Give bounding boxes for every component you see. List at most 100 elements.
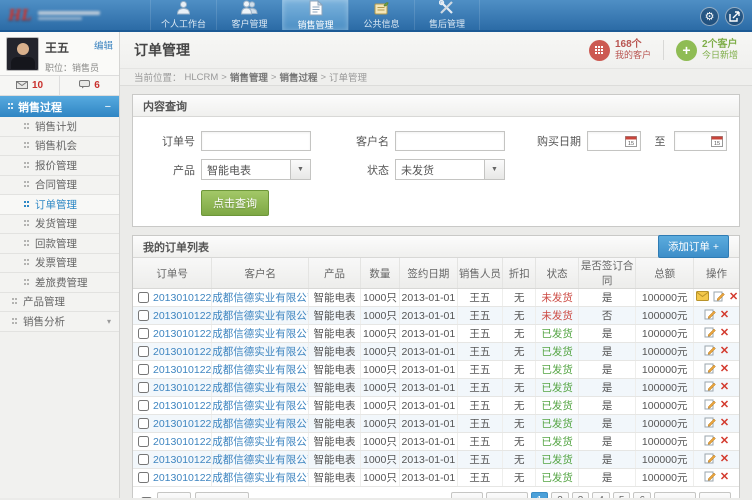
- customer-link[interactable]: 成都信德实业有限公司: [212, 346, 307, 358]
- delete-icon[interactable]: ✕: [720, 472, 729, 483]
- page-button-3[interactable]: 3: [571, 492, 590, 498]
- sidebar-item-报价管理[interactable]: 报价管理: [0, 156, 119, 176]
- order-no-link[interactable]: 201301012257: [153, 400, 211, 412]
- edit-icon[interactable]: [704, 344, 716, 359]
- page-button-尾页[interactable]: 尾页: [699, 492, 731, 498]
- search-button[interactable]: 点击查询: [201, 190, 269, 216]
- order-no-link[interactable]: 201301012257: [153, 292, 211, 304]
- customer-link[interactable]: 成都信德实业有限公司: [212, 400, 307, 412]
- page-button-首页[interactable]: 首页: [450, 492, 483, 498]
- date-to-input[interactable]: 15: [673, 131, 727, 151]
- edit-icon[interactable]: [704, 398, 716, 413]
- customer-link[interactable]: 成都信德实业有限公司: [212, 364, 307, 376]
- delete-icon[interactable]: ✕: [720, 310, 729, 321]
- select-all-button[interactable]: 全选: [157, 492, 191, 498]
- edit-icon[interactable]: [704, 362, 716, 377]
- edit-icon[interactable]: [704, 470, 716, 485]
- customer-link[interactable]: 成都信德实业有限公司: [212, 418, 307, 430]
- customer-link[interactable]: 成都信德实业有限公司: [212, 328, 307, 340]
- order-no-link[interactable]: 201301012257: [153, 418, 211, 430]
- order-no-link[interactable]: 201301012257: [153, 328, 211, 340]
- page-button-6[interactable]: 6: [633, 492, 651, 498]
- logout-icon[interactable]: [725, 6, 744, 26]
- edit-icon[interactable]: [704, 326, 716, 341]
- delete-icon[interactable]: ✕: [720, 364, 729, 375]
- order-no-link[interactable]: 201301012257: [153, 310, 211, 322]
- order-no-link[interactable]: 201301012257: [153, 454, 211, 466]
- edit-icon[interactable]: [704, 308, 716, 323]
- status-select[interactable]: 未发货 ▼: [395, 159, 505, 180]
- page-button-上一页[interactable]: 上一页: [485, 492, 528, 498]
- add-order-button[interactable]: 添加订单 +: [657, 235, 729, 258]
- customer-link[interactable]: 成都信德实业有限公司: [212, 292, 307, 304]
- row-checkbox[interactable]: [138, 453, 149, 465]
- order-no-input[interactable]: [201, 131, 311, 151]
- delete-icon[interactable]: ✕: [720, 418, 729, 429]
- sidebar-item-发货管理[interactable]: 发货管理: [0, 214, 119, 234]
- collapse-icon[interactable]: −: [105, 101, 111, 113]
- sidebar-item-差旅费管理[interactable]: 差旅费管理: [0, 273, 119, 293]
- date-from-input[interactable]: 15: [587, 131, 641, 151]
- row-checkbox[interactable]: [138, 381, 149, 393]
- customer-link[interactable]: 成都信德实业有限公司: [212, 382, 307, 394]
- page-button-4[interactable]: 4: [592, 492, 610, 498]
- my-customers-stat[interactable]: 168个 我的客户: [588, 39, 651, 61]
- sidebar-item-合同管理[interactable]: 合同管理: [0, 175, 119, 195]
- sidebar-group-sales-process[interactable]: 销售过程 −: [0, 96, 119, 117]
- sidebar-item-发票管理[interactable]: 发票管理: [0, 253, 119, 273]
- page-button-1[interactable]: 1: [530, 492, 549, 498]
- row-checkbox[interactable]: [138, 309, 149, 321]
- customer-link[interactable]: 成都信德实业有限公司: [212, 436, 307, 448]
- edit-icon[interactable]: [713, 290, 725, 305]
- row-checkbox[interactable]: [138, 291, 149, 303]
- select-all-checkbox[interactable]: [141, 497, 152, 498]
- sidebar-item-订单管理[interactable]: 订单管理: [0, 195, 119, 215]
- order-no-link[interactable]: 201301012257: [153, 364, 211, 376]
- edit-profile-link[interactable]: 编辑: [94, 38, 113, 52]
- nav-item-销售管理[interactable]: 销售管理: [282, 0, 348, 30]
- message-counter[interactable]: 6: [59, 76, 119, 95]
- customer-input[interactable]: [395, 131, 505, 151]
- breadcrumb-part[interactable]: 订单管理: [329, 70, 367, 84]
- delete-icon[interactable]: ✕: [720, 436, 729, 447]
- page-button-下一页[interactable]: 下一页: [654, 492, 696, 498]
- breadcrumb-part[interactable]: 销售过程: [279, 70, 317, 84]
- delete-icon[interactable]: ✕: [720, 382, 729, 393]
- row-checkbox[interactable]: [138, 471, 149, 483]
- delete-icon[interactable]: ✕: [720, 346, 729, 357]
- settings-gear-icon[interactable]: ⚙: [700, 6, 719, 26]
- sidebar-item-销售分析[interactable]: 销售分析 ▾: [0, 312, 119, 332]
- nav-item-售后管理[interactable]: 售后管理: [414, 0, 480, 30]
- row-checkbox[interactable]: [138, 327, 149, 339]
- row-checkbox[interactable]: [138, 363, 149, 375]
- sidebar-item-产品管理[interactable]: 产品管理: [0, 292, 119, 312]
- edit-icon[interactable]: [704, 416, 716, 431]
- delete-icon[interactable]: ✕: [720, 454, 729, 465]
- edit-icon[interactable]: [704, 452, 716, 467]
- sidebar-item-回款管理[interactable]: 回款管理: [0, 234, 119, 254]
- customer-link[interactable]: 成都信德实业有限公司: [212, 310, 307, 322]
- batch-delete-button[interactable]: 批量删除: [195, 492, 249, 498]
- page-button-5[interactable]: 5: [612, 492, 631, 498]
- mail-counter[interactable]: 10: [0, 76, 59, 95]
- new-today-stat[interactable]: + 2个客户 今日新增: [675, 39, 738, 61]
- row-checkbox[interactable]: [138, 399, 149, 411]
- order-no-link[interactable]: 201301012257: [153, 346, 211, 358]
- nav-item-客户管理[interactable]: 客户管理: [216, 0, 282, 30]
- row-checkbox[interactable]: [138, 435, 149, 447]
- delete-icon[interactable]: ✕: [729, 292, 738, 303]
- sidebar-item-销售计划[interactable]: 销售计划: [0, 117, 119, 137]
- customer-link[interactable]: 成都信德实业有限公司: [212, 472, 307, 484]
- order-no-link[interactable]: 201301012257: [153, 382, 211, 394]
- customer-link[interactable]: 成都信德实业有限公司: [212, 454, 307, 466]
- nav-item-个人工作台[interactable]: 个人工作台: [150, 0, 216, 30]
- mail-icon[interactable]: [695, 291, 709, 304]
- row-checkbox[interactable]: [138, 345, 149, 357]
- sidebar-item-销售机会[interactable]: 销售机会: [0, 136, 119, 156]
- order-no-link[interactable]: 201301012257: [153, 436, 211, 448]
- nav-item-公共信息[interactable]: 公共信息: [348, 0, 414, 30]
- order-no-link[interactable]: 201301012257: [153, 472, 211, 484]
- edit-icon[interactable]: [704, 434, 716, 449]
- product-select[interactable]: 智能电表 ▼: [201, 159, 311, 180]
- breadcrumb-part[interactable]: 销售管理: [230, 70, 268, 84]
